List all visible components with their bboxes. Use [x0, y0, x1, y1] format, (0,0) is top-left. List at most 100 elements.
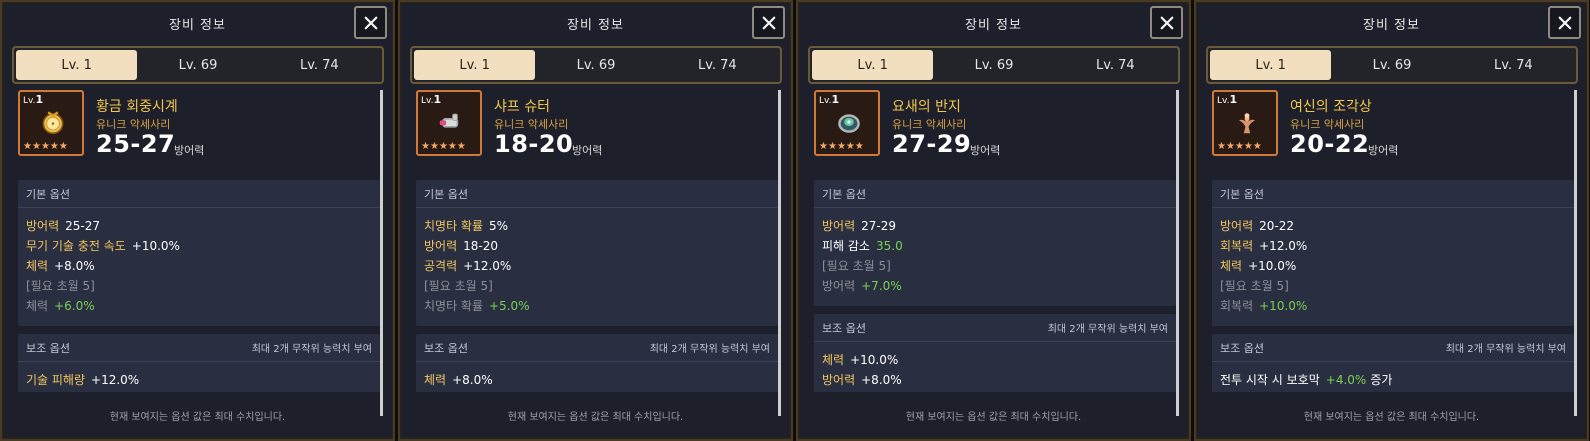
sub-option-key: 방어력 [822, 373, 856, 387]
item-defense-label: 방어력 [174, 144, 205, 157]
scrollbar[interactable] [1176, 90, 1179, 416]
sub-option-line: 기술 피해량 +12.0% [26, 370, 372, 390]
tab-level-1[interactable]: Lv. 69 [137, 50, 258, 80]
panel-header: 장비 정보 [400, 2, 791, 44]
item-level-prefix: Lv. [1217, 96, 1230, 106]
tab-level-1[interactable]: Lv. 69 [933, 50, 1054, 80]
sub-option-line: 체력 +10.0% [822, 350, 1168, 370]
basic-options-lines: 방어력 20-22 회복력 +12.0% 체력 +10.0% [필요 초월 5] 회복력 +10… [1212, 208, 1574, 326]
scrollbar[interactable] [778, 90, 781, 416]
equipment-panel-2: 장비 정보 Lv. 1 Lv. 69 Lv. 74 Lv.1 ★ ★ ★ ★ ★ 샤프 슈터 유니… [398, 0, 793, 441]
sub-options-box: 보조 옵션 최대 2개 무작위 능력치 부여체력 +8.0% [416, 334, 778, 392]
option-line: 무기 기술 충전 속도 +10.0% [26, 236, 372, 256]
star-icon: ★ [1234, 141, 1244, 152]
item-defense: 25-27 [96, 130, 176, 158]
scrollbar-thumb[interactable] [778, 90, 781, 416]
option-line: 치명타 확률 5% [424, 216, 770, 236]
item-defense-label: 방어력 [1368, 144, 1399, 157]
star-icon: ★ [827, 141, 837, 152]
tab-level-0[interactable]: Lv. 1 [414, 50, 536, 80]
close-button[interactable] [354, 6, 387, 39]
item-summary: Lv.1 ★ ★ ★ ★ ★ 여신의 조각상 유니크 악세사리 20-22 방어력 [1212, 88, 1574, 180]
sub-option-value: +8.0% [452, 373, 493, 387]
tab-level-2[interactable]: Lv. 74 [1055, 50, 1176, 80]
item-summary: Lv.1 ★ ★ ★ ★ ★ 황금 회중시계 유니크 악세사리 25-27 방어력 [18, 88, 380, 180]
tab-level-0[interactable]: Lv. 1 [812, 50, 934, 80]
option-value: +10.0% [131, 239, 180, 253]
star-icon: ★ [447, 141, 457, 152]
item-level-number: 1 [35, 93, 44, 106]
option-line: 방어력 27-29 [822, 216, 1168, 236]
sub-options-title: 보조 옵션 [1220, 341, 1264, 355]
item-level-prefix: Lv. [23, 96, 36, 106]
item-level-number: 1 [831, 93, 840, 106]
item-art [833, 106, 865, 138]
close-button[interactable] [1150, 6, 1183, 39]
option-value: 27-29 [861, 219, 896, 233]
details-scroll: Lv.1 ★ ★ ★ ★ ★ 황금 회중시계 유니크 악세사리 25-27 방어력 기본 옵션 방어… [18, 88, 380, 392]
tab-level-1[interactable]: Lv. 69 [1331, 50, 1452, 80]
option-key: 치명타 확률 [424, 299, 484, 313]
sub-options-lines: 기술 피해량 +12.0% [18, 362, 380, 392]
basic-options-title: 기본 옵션 [1220, 187, 1264, 201]
panel-title: 장비 정보 [169, 17, 226, 33]
tab-level-2[interactable]: Lv. 74 [259, 50, 380, 80]
tab-level-2[interactable]: Lv. 74 [657, 50, 778, 80]
item-level-number: 1 [1229, 93, 1238, 106]
item-defense: 18-20 [494, 130, 574, 158]
sub-option-line: 체력 +8.0% [424, 370, 770, 390]
item-summary: Lv.1 ★ ★ ★ ★ ★ 샤프 슈터 유니크 악세사리 18-20 방어력 [416, 88, 778, 180]
star-icon: ★ [438, 141, 448, 152]
sub-options-box: 보조 옵션 최대 2개 무작위 능력치 부여 체력 +10.0% 방어력 +8.0% [814, 314, 1176, 392]
sub-option-value: +4.0% [1325, 373, 1367, 387]
star-icon: ★ [819, 141, 828, 152]
option-line: 체력 +8.0% [26, 256, 372, 276]
scrollbar[interactable] [380, 90, 383, 416]
item-icon-frame: Lv.1 ★ ★ ★ ★ ★ [814, 90, 880, 156]
close-button[interactable] [752, 6, 785, 39]
item-level-prefix: Lv. [819, 96, 832, 106]
item-name: 여신의 조각상 [1290, 99, 1372, 115]
close-button[interactable] [1548, 6, 1581, 39]
sub-options-note: 최대 2개 무작위 능력치 부여 [251, 344, 372, 355]
item-icon-frame: Lv.1 ★ ★ ★ ★ ★ [416, 90, 482, 156]
option-key: 방어력 [1220, 219, 1254, 233]
item-icon-frame: Lv.1 ★ ★ ★ ★ ★ [18, 90, 84, 156]
item-icon-frame: Lv.1 ★ ★ ★ ★ ★ [1212, 90, 1278, 156]
basic-options-header: 기본 옵션 [1212, 180, 1574, 208]
pocket-watch-icon [42, 111, 64, 134]
sub-option-key: 전투 시작 시 보호막 [1220, 373, 1320, 387]
sub-options-header: 보조 옵션 최대 2개 무작위 능력치 부여 [416, 334, 778, 362]
star-icon: ★ [1243, 141, 1253, 152]
sub-options-box: 보조 옵션 최대 2개 무작위 능력치 부여 기술 피해량 +12.0% [18, 334, 380, 392]
basic-options-lines: 방어력 25-27 무기 기술 충전 속도 +10.0% 체력 +8.0% [필요 초월 5… [18, 208, 380, 326]
requirement-text: [필요 초월 5] [26, 279, 95, 293]
item-stars: ★ ★ ★ ★ ★ [421, 142, 466, 152]
panel-header: 장비 정보 [1196, 2, 1587, 44]
option-line: 회복력 +10.0% [1220, 296, 1566, 316]
sub-options-lines: 체력 +10.0% 방어력 +8.0% [814, 342, 1176, 392]
close-icon [364, 16, 377, 29]
scrollbar[interactable] [1574, 90, 1577, 416]
tab-level-0[interactable]: Lv. 1 [1210, 50, 1332, 80]
option-line: 방어력 25-27 [26, 216, 372, 236]
tab-level-2[interactable]: Lv. 74 [1453, 50, 1574, 80]
scrollbar-thumb[interactable] [380, 90, 383, 416]
sub-options-title: 보조 옵션 [822, 321, 866, 335]
option-key: 체력 [26, 299, 49, 313]
star-icon: ★ [456, 141, 466, 152]
item-name: 황금 회중시계 [96, 99, 178, 115]
option-value: +10.0% [1248, 259, 1297, 273]
item-level: Lv.1 [421, 93, 441, 106]
tab-level-0[interactable]: Lv. 1 [16, 50, 138, 80]
level-tabs: Lv. 1 Lv. 69 Lv. 74 [410, 46, 782, 84]
sub-options-header: 보조 옵션 최대 2개 무작위 능력치 부여 [1212, 334, 1574, 362]
scrollbar-thumb[interactable] [1574, 90, 1577, 416]
tab-level-1[interactable]: Lv. 69 [535, 50, 656, 80]
level-tabs: Lv. 1 Lv. 69 Lv. 74 [808, 46, 1180, 84]
scrollbar-thumb[interactable] [1176, 90, 1179, 416]
option-key: 체력 [1220, 259, 1243, 273]
option-value: +12.0% [1259, 239, 1308, 253]
item-stars: ★ ★ ★ ★ ★ [819, 142, 864, 152]
option-value: +8.0% [54, 259, 95, 273]
